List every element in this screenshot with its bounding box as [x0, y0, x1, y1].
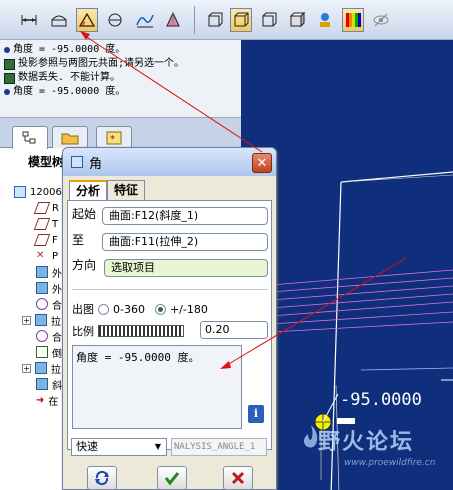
- direction-label: 方向: [72, 258, 97, 272]
- info-bullet-icon: [4, 89, 10, 95]
- warning-icon: [4, 72, 15, 84]
- refresh-icon: [95, 470, 109, 486]
- expand-icon[interactable]: +: [22, 363, 31, 373]
- part-icon: [14, 186, 26, 198]
- chevron-down-icon: ▼: [154, 442, 162, 451]
- feature-icon: [36, 266, 48, 278]
- tree-item[interactable]: ✕ P: [36, 248, 58, 264]
- no-hidden-icon[interactable]: [258, 8, 280, 32]
- surface-analysis-icon[interactable]: [162, 8, 184, 32]
- message-area: 角度 = -95.0000 度。 投影参照与两图元共面;请另选一个。 数据丢失.…: [0, 40, 241, 118]
- wireframe-icon[interactable]: [204, 8, 226, 32]
- linear-measure-icon[interactable]: [18, 8, 40, 32]
- message-line: 投影参照与两图元共面;请另选一个。: [4, 57, 237, 71]
- diameter-measure-icon[interactable]: [104, 8, 126, 32]
- tree-item[interactable]: F: [33, 232, 58, 248]
- feature-icon: [36, 282, 48, 294]
- datum-plane-icon: [33, 218, 51, 230]
- from-label: 起始: [72, 207, 97, 221]
- tree-root[interactable]: 12006: [14, 184, 62, 200]
- angle-measure-icon[interactable]: [76, 8, 98, 32]
- svg-text:*: *: [110, 134, 115, 145]
- cross-icon: [231, 471, 245, 485]
- expand-icon[interactable]: +: [22, 315, 31, 325]
- tab-favorites[interactable]: *: [96, 126, 132, 148]
- tree-item[interactable]: 合: [36, 328, 62, 344]
- analysis-mode-select[interactable]: 快速 ▼: [71, 438, 167, 456]
- datum-plane-icon: [33, 234, 51, 246]
- tree-item[interactable]: + 拉: [22, 360, 61, 376]
- extrude-icon: [35, 362, 47, 374]
- merge-icon: [36, 298, 48, 310]
- to-label: 至: [72, 233, 85, 247]
- message-line: 数据丢失. 不能计算。: [4, 71, 237, 85]
- tree-item[interactable]: + 拉: [22, 312, 61, 328]
- extrude-icon: [35, 314, 47, 326]
- angle-dialog: 角 ✕ 分析 特征 起始 曲面:F12(斜度_1) 至 曲面:F11(拉伸_2)…: [62, 147, 277, 490]
- analysis-name-field[interactable]: NALYSIS_ANGLE_1: [171, 438, 267, 456]
- watermark: 野火论坛 www.proewildfire.cn: [296, 420, 453, 480]
- tab-feature[interactable]: 特征: [107, 180, 146, 200]
- cancel-button[interactable]: [223, 466, 253, 490]
- tree-icon: [22, 131, 36, 144]
- message-line: 角度 = -95.0000 度。: [4, 43, 237, 57]
- ok-button[interactable]: [157, 466, 187, 490]
- dialog-title: 角: [89, 156, 103, 172]
- toolbar: [0, 0, 453, 40]
- tree-item[interactable]: 斜: [36, 376, 62, 392]
- round-icon: [36, 346, 48, 358]
- merge-icon: [36, 330, 48, 342]
- draft-icon: [36, 378, 48, 390]
- scale-slider[interactable]: [98, 325, 184, 337]
- tab-model-tree[interactable]: [12, 126, 48, 149]
- angle-dimension-label[interactable]: -95.0000: [340, 390, 422, 410]
- direction-select-field[interactable]: 选取项目: [104, 259, 268, 277]
- repeat-button[interactable]: [87, 466, 117, 490]
- info-icon[interactable]: i: [248, 405, 264, 423]
- tab-analysis[interactable]: 分析: [69, 180, 108, 201]
- shading-icon[interactable]: [286, 8, 308, 32]
- folder-icon: [61, 133, 79, 144]
- dialog-tabs: 分析 特征: [69, 180, 146, 201]
- analysis-panel: 起始 曲面:F12(斜度_1) 至 曲面:F11(拉伸_2) 方向 选取项目 出…: [67, 200, 272, 450]
- hidden-line-icon[interactable]: [230, 8, 252, 32]
- watermark-url: www.proewildfire.cn: [344, 458, 436, 468]
- radio-0-360[interactable]: [98, 303, 109, 315]
- from-reference-field[interactable]: 曲面:F12(斜度_1): [102, 207, 268, 225]
- tree-item[interactable]: ➜ 在: [36, 392, 58, 408]
- dialog-titlebar[interactable]: 角: [63, 148, 276, 176]
- scale-row: 比例: [72, 323, 184, 339]
- curve-analysis-icon[interactable]: [134, 8, 156, 32]
- scale-value-field[interactable]: 0.20: [200, 321, 268, 339]
- result-box: 角度 = -95.0000 度。: [72, 345, 242, 429]
- dialog-icon: [71, 156, 83, 168]
- warning-icon: [4, 58, 15, 70]
- tree-item[interactable]: T: [33, 216, 58, 232]
- csys-icon: ✕: [36, 250, 45, 261]
- close-button[interactable]: ✕: [252, 153, 272, 173]
- checkmark-icon: [164, 472, 180, 486]
- watermark-text: 野火论坛: [318, 430, 415, 455]
- color-appearance-icon[interactable]: [342, 8, 364, 32]
- navigator-tabs: *: [0, 118, 241, 149]
- output-label: 出图: [72, 303, 94, 316]
- insert-here-arrow-icon: ➜: [36, 394, 45, 406]
- tree-item[interactable]: 合: [36, 296, 62, 312]
- view-manager-icon[interactable]: [314, 8, 336, 32]
- tree-item[interactable]: R: [33, 200, 59, 216]
- star-icon: *: [106, 131, 122, 145]
- to-reference-field[interactable]: 曲面:F11(拉伸_2): [102, 233, 268, 251]
- tree-item[interactable]: 外: [36, 280, 62, 296]
- radio-plusminus-180[interactable]: [154, 303, 166, 315]
- area-measure-icon[interactable]: [48, 8, 70, 32]
- scale-label: 比例: [72, 325, 94, 338]
- eye-hide-icon[interactable]: [370, 8, 392, 32]
- message-line: 角度 = -95.0000 度。: [4, 85, 237, 99]
- tree-item[interactable]: 外: [36, 264, 62, 280]
- tree-item[interactable]: 倒: [36, 344, 62, 360]
- info-bullet-icon: [4, 47, 10, 53]
- tab-folder-browser[interactable]: [52, 126, 88, 148]
- output-options: 出图 0-360 +/-180: [72, 302, 208, 317]
- datum-plane-icon: [33, 202, 51, 214]
